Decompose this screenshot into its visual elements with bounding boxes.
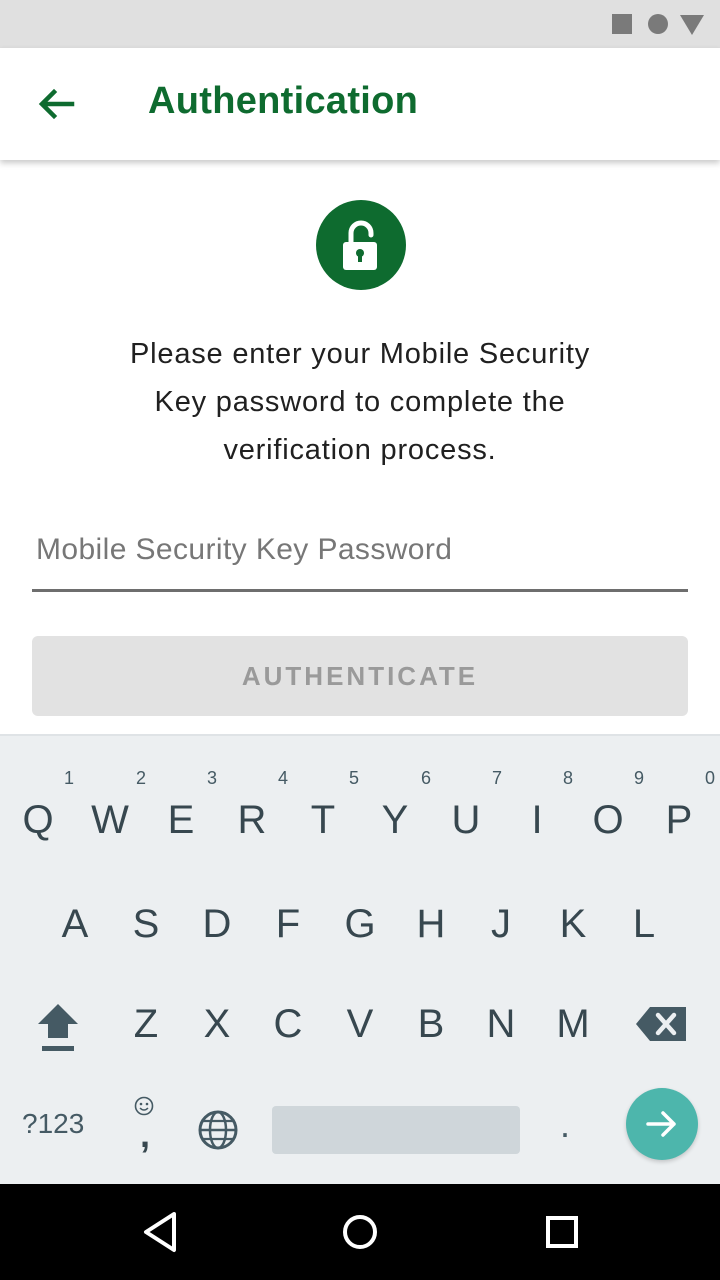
circle-home-icon bbox=[343, 1215, 377, 1249]
key-n[interactable]: N bbox=[471, 1002, 531, 1047]
key-u[interactable]: U7 bbox=[436, 768, 502, 843]
key-a[interactable]: A bbox=[45, 902, 105, 947]
key-s[interactable]: S bbox=[116, 902, 176, 947]
smiley-icon bbox=[134, 1096, 154, 1116]
soft-keyboard: Q1 W2 E3 R4 T5 Y6 U7 I8 O9 P0 A S D F G … bbox=[0, 734, 720, 1186]
app-bar: Authentication bbox=[0, 48, 720, 160]
language-key[interactable] bbox=[196, 1108, 240, 1152]
key-letter: Y bbox=[381, 798, 409, 842]
nav-back-button[interactable] bbox=[136, 1208, 184, 1256]
lock-badge bbox=[316, 200, 406, 290]
nav-recents-button[interactable] bbox=[538, 1208, 586, 1256]
key-h[interactable]: H bbox=[401, 902, 461, 947]
instruction-message: Please enter your Mobile Security Key pa… bbox=[60, 330, 660, 474]
key-number-hint: 2 bbox=[135, 768, 146, 788]
status-bar bbox=[0, 0, 720, 48]
key-letter: P bbox=[665, 798, 693, 842]
back-button[interactable] bbox=[24, 72, 88, 136]
key-z[interactable]: Z bbox=[116, 1002, 176, 1047]
status-circle-icon bbox=[648, 14, 668, 34]
triangle-back-icon bbox=[144, 1212, 176, 1252]
comma-label: , bbox=[140, 1114, 151, 1155]
key-y[interactable]: Y6 bbox=[365, 768, 431, 843]
key-letter: E bbox=[167, 798, 195, 842]
key-letter: W bbox=[91, 798, 129, 842]
key-number-hint: 7 bbox=[491, 768, 502, 788]
enter-key[interactable] bbox=[626, 1088, 698, 1160]
unlocked-padlock-icon bbox=[343, 220, 377, 270]
key-t[interactable]: T5 bbox=[293, 768, 359, 843]
key-number-hint: 6 bbox=[420, 768, 431, 788]
key-number-hint: 5 bbox=[348, 768, 359, 788]
message-line: Please enter your Mobile Security bbox=[130, 338, 590, 370]
key-number-hint: 8 bbox=[562, 768, 573, 788]
key-letter: U bbox=[451, 798, 481, 842]
key-l[interactable]: L bbox=[614, 902, 674, 947]
key-k[interactable]: K bbox=[543, 902, 603, 947]
authenticate-button[interactable]: AUTHENTICATE bbox=[32, 636, 688, 716]
arrow-left-icon bbox=[38, 88, 75, 120]
comma-emoji-key[interactable]: , bbox=[130, 1096, 166, 1156]
symbols-key[interactable]: ?123 bbox=[22, 1108, 84, 1140]
status-triangle-icon bbox=[680, 15, 704, 35]
key-b[interactable]: B bbox=[401, 1002, 461, 1047]
key-number-hint: 9 bbox=[633, 768, 644, 788]
period-key[interactable]: . bbox=[560, 1104, 570, 1146]
key-d[interactable]: D bbox=[187, 902, 247, 947]
key-r[interactable]: R4 bbox=[222, 768, 288, 843]
key-i[interactable]: I8 bbox=[507, 768, 573, 843]
key-number-hint: 0 bbox=[704, 768, 715, 788]
backspace-icon bbox=[636, 1007, 686, 1041]
key-letter: Q bbox=[22, 798, 54, 842]
key-f[interactable]: F bbox=[258, 902, 318, 947]
key-p[interactable]: P0 bbox=[649, 768, 715, 843]
key-j[interactable]: J bbox=[471, 902, 531, 947]
password-input[interactable] bbox=[32, 510, 688, 592]
square-recents-icon bbox=[546, 1216, 578, 1248]
key-q[interactable]: Q1 bbox=[8, 768, 74, 843]
backspace-key[interactable] bbox=[634, 1004, 690, 1044]
message-line: verification process. bbox=[223, 434, 497, 466]
arrow-right-icon bbox=[646, 1111, 676, 1137]
key-g[interactable]: G bbox=[330, 902, 390, 947]
space-key[interactable] bbox=[272, 1106, 520, 1154]
status-square-icon bbox=[612, 14, 632, 34]
key-v[interactable]: V bbox=[330, 1002, 390, 1047]
key-c[interactable]: C bbox=[258, 1002, 318, 1047]
key-number-hint: 3 bbox=[206, 768, 217, 788]
shift-key[interactable] bbox=[30, 998, 86, 1058]
key-letter: R bbox=[237, 798, 267, 842]
key-x[interactable]: X bbox=[187, 1002, 247, 1047]
key-o[interactable]: O9 bbox=[578, 768, 644, 843]
key-letter: I bbox=[531, 798, 543, 842]
key-e[interactable]: E3 bbox=[151, 768, 217, 843]
message-line: Key password to complete the bbox=[154, 386, 566, 418]
globe-icon bbox=[198, 1110, 238, 1150]
key-number-hint: 4 bbox=[277, 768, 288, 788]
key-letter: O bbox=[592, 798, 624, 842]
shift-up-arrow-icon bbox=[38, 1004, 78, 1051]
nav-home-button[interactable] bbox=[336, 1208, 384, 1256]
key-w[interactable]: W2 bbox=[80, 768, 146, 843]
key-letter: T bbox=[310, 798, 336, 842]
page-title: Authentication bbox=[148, 80, 419, 122]
key-m[interactable]: M bbox=[543, 1002, 603, 1047]
system-nav-bar bbox=[0, 1184, 720, 1280]
key-number-hint: 1 bbox=[63, 768, 74, 788]
